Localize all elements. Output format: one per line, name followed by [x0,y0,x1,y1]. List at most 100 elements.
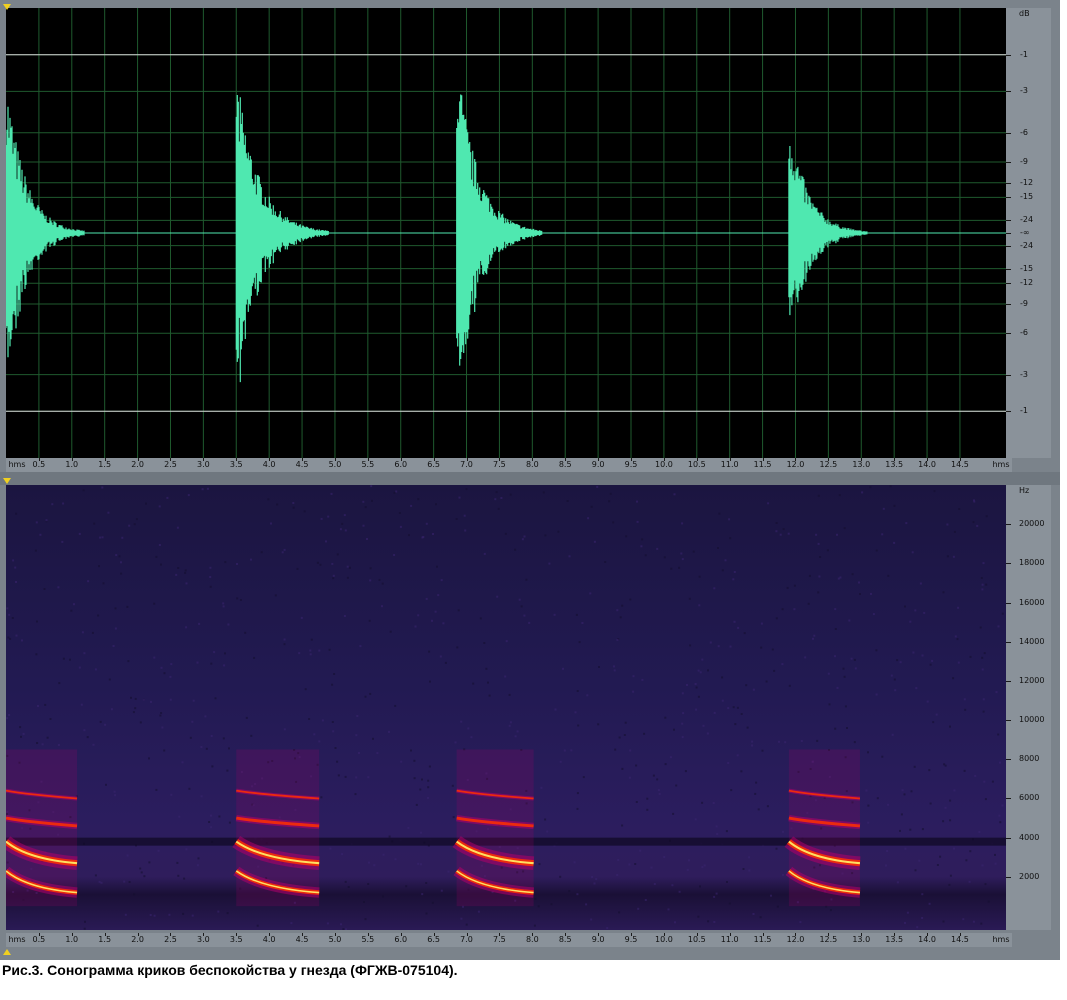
noise-speck [538,863,541,866]
noise-speck [222,605,225,608]
noise-speck [21,639,23,642]
noise-speck [727,762,730,764]
noise-speck [559,760,562,763]
noise-speck [150,700,152,703]
noise-speck [176,861,179,864]
noise-speck [760,622,763,625]
noise-speck [421,893,424,896]
noise-speck [745,684,748,687]
noise-speck [185,848,188,851]
playhead-marker-icon[interactable] [3,478,11,484]
noise-speck [901,789,904,792]
noise-speck [575,613,578,616]
noise-speck [715,892,718,895]
noise-speck [949,725,951,728]
hz-tick-label: 18000 [1019,558,1045,568]
noise-speck [923,611,926,614]
noise-speck [460,720,463,723]
db-tick-label: -12 [1020,177,1034,187]
db-tick [1006,303,1011,305]
noise-speck [740,770,743,773]
noise-speck [205,747,208,750]
noise-speck [181,761,184,764]
noise-speck [658,792,661,795]
pane-splitter[interactable] [0,472,1060,485]
noise-speck [508,724,511,727]
noise-speck [701,658,704,661]
noise-speck [343,514,346,517]
noise-speck [11,617,14,619]
noise-speck [673,493,676,496]
time-tick-label: 12.0 [786,935,805,944]
noise-speck [345,928,348,930]
noise-speck [726,881,728,883]
noise-speck [962,918,965,921]
noise-speck [417,614,420,617]
noise-speck [20,735,22,738]
noise-speck [643,732,646,735]
noise-speck [688,597,691,600]
time-tick-label: 1.0 [65,935,79,944]
hz-tick [1006,798,1011,800]
noise-speck [562,667,564,670]
noise-speck [39,533,42,536]
spectrogram-view[interactable] [6,485,1006,930]
noise-speck [709,641,712,644]
time-tick [137,458,139,461]
noise-speck [983,780,986,783]
noise-speck [455,518,458,520]
noise-speck [422,536,425,538]
time-tick-label: 5.0 [328,460,342,469]
noise-speck [553,613,556,616]
noise-speck [872,613,875,616]
noise-speck [160,712,163,714]
db-unit-label: dB [1019,9,1030,18]
noise-speck [183,877,186,880]
noise-speck [429,680,431,683]
noise-speck [94,668,97,671]
noise-speck [834,727,837,730]
noise-speck [589,592,592,595]
time-tick-label: 2.0 [131,460,144,469]
noise-speck [578,641,581,644]
time-tick [104,458,106,461]
noise-speck [348,566,351,569]
time-tick-label: 13.0 [852,460,871,469]
noise-speck [995,691,998,694]
noise-speck [319,563,322,566]
time-tick-label: 12.5 [819,935,838,944]
noise-speck [767,502,770,505]
time-tick-label: 3.0 [196,935,210,944]
time-ruler-waveform[interactable]: hms hms 0.5 1.0 1.5 2.0 2.5 3.0 3.5 4.0 4.5 5.0 5.… [6,458,1012,472]
time-tick [400,933,402,936]
noise-speck [887,574,890,577]
waveform-view[interactable] [6,8,1006,458]
noise-speck [78,666,81,669]
noise-speck [994,862,997,865]
time-tick-label: 1.0 [65,460,79,469]
noise-speck [686,684,688,686]
noise-speck [793,608,796,611]
noise-speck [640,545,643,548]
time-tick-label: 5.5 [361,460,375,469]
noise-speck [887,803,890,806]
noise-speck [727,707,730,710]
noise-speck [670,567,673,570]
playhead-top-marker-icon[interactable] [3,4,11,10]
noise-speck [321,719,324,722]
noise-speck [370,485,373,488]
time-tick [334,933,336,936]
noise-speck [980,922,983,925]
noise-speck [364,506,367,509]
noise-speck [134,697,137,700]
noise-speck [576,792,579,795]
noise-speck [354,793,357,796]
hz-unit-label: Hz [1019,486,1030,495]
db-tick [1006,132,1011,134]
noise-speck [853,741,856,744]
playhead-bottom-marker-icon[interactable] [3,949,11,955]
noise-speck [185,582,188,585]
noise-speck [724,559,727,562]
noise-speck [8,714,11,716]
time-ruler-spectrogram[interactable]: hms hms 0.5 1.0 1.5 2.0 2.5 3.0 3.5 4.0 4.5 5.0 5.… [6,933,1012,947]
